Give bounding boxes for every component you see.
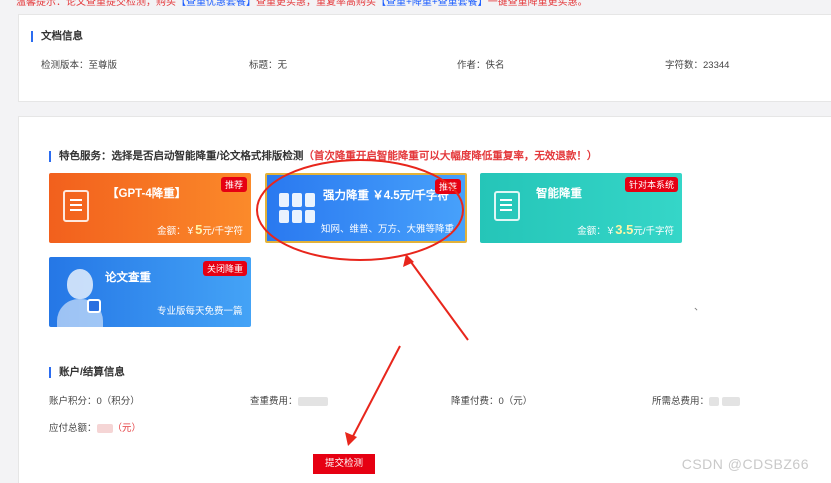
notice-suffix: 一键查重降重更实惠。	[487, 0, 588, 8]
special-services-title: 特色服务：选择是否启动智能降重/论文格式排版检测（首次降重开启智能降重可以大幅度…	[49, 151, 597, 162]
account-points: 账户积分：0（积分）	[49, 396, 140, 407]
edit-doc-icon	[63, 190, 89, 222]
check-fee-label: 查重费用：	[250, 396, 298, 407]
total-fee-blurred-1	[709, 396, 720, 406]
notice-banner: 温馨提示：论文查重提交检测，购买【查重优惠套餐】查重更实惠，重复率高购买【查重+…	[16, 0, 588, 8]
person-icon	[57, 269, 103, 327]
check-version: 检测版本：至尊版	[41, 60, 118, 71]
card-gpt4-price: 金额：￥5元/千字符	[157, 222, 243, 237]
price-prefix: 金额：￥	[577, 226, 616, 237]
stray-mark: 、	[694, 302, 704, 313]
price-prefix: 金额：￥	[157, 226, 196, 237]
card-gpt4-title: 【GPT-4降重】	[107, 188, 187, 200]
price-unit: 元/千字符	[202, 226, 243, 237]
special-services-hint: （首次降重开启智能降重可以大幅度降低重复率，无效退款！）	[303, 150, 598, 162]
notice-mid: 查重更实惠，重复率高购买	[256, 0, 376, 8]
card-strong-reduce[interactable]: 强力降重 ￥4.5元/千字符 推荐 知网、维普、万方、大雅等降重	[265, 173, 467, 243]
payable-label: 应付总额：	[49, 423, 97, 434]
account-title: 账户/结算信息	[49, 367, 125, 378]
doc-search-icon	[494, 191, 520, 221]
payable-total: 应付总额： （元）	[49, 420, 141, 434]
reduce-fee: 降重付费：0（元）	[451, 396, 533, 407]
recommend-badge: 推荐	[434, 179, 461, 194]
doc-wordcount: 字符数：23344	[665, 60, 730, 71]
card-smart-reduce[interactable]: 智能降重 针对本系统 金额：￥3.5元/千字符	[480, 173, 682, 243]
notice-link-bundle[interactable]: 【查重+降重+查重套餐】	[376, 0, 488, 8]
close-reduce-badge: 关闭降重	[202, 261, 247, 276]
payable-unit: （元）	[112, 423, 142, 434]
watermark: CSDN @CDSBZ66	[681, 456, 809, 472]
card-thesis-title: 论文查重	[105, 272, 151, 284]
check-fee: 查重费用：	[250, 393, 328, 407]
card-smart-title: 智能降重	[536, 188, 582, 200]
special-services-label: 特色服务：选择是否启动智能降重/论文格式排版检测	[59, 150, 304, 162]
card-strong-subtitle: 知网、维普、万方、大雅等降重	[321, 224, 455, 235]
payable-blurred	[96, 423, 113, 433]
price-unit: 元/千字符	[633, 226, 674, 237]
card-thesis-check[interactable]: 论文查重 关闭降重 专业版每天免费一篇	[49, 257, 251, 327]
recommend-badge: 推荐	[220, 177, 247, 192]
doc-title: 标题：无	[249, 60, 288, 71]
card-strong-title: 强力降重 ￥4.5元/千字符	[323, 190, 449, 202]
check-fee-blurred	[297, 396, 328, 406]
submit-check-button[interactable]: 提交检测	[313, 454, 375, 474]
total-fee-label: 所需总费用：	[652, 396, 710, 407]
notice-link-discount[interactable]: 【查重优惠套餐】	[176, 0, 256, 8]
total-fee-blurred-2	[721, 396, 740, 406]
notice-prefix: 温馨提示：论文查重提交检测，购买	[16, 0, 176, 8]
card-thesis-subtitle: 专业版每天免费一篇	[157, 306, 243, 317]
system-badge: 针对本系统	[624, 177, 678, 192]
total-fee: 所需总费用：	[652, 393, 740, 407]
doc-info-panel: 文档信息 检测版本：至尊版 标题：无 作者：佚名 字符数：23344	[18, 14, 831, 102]
doc-author: 作者：佚名	[457, 60, 505, 71]
doc-info-title: 文档信息	[31, 31, 83, 42]
service-panel: 特色服务：选择是否启动智能降重/论文格式排版检测（首次降重开启智能降重可以大幅度…	[18, 116, 831, 483]
price-value: 3.5	[615, 222, 634, 237]
grid-icon	[279, 193, 315, 223]
card-smart-price: 金额：￥3.5元/千字符	[577, 222, 674, 237]
card-gpt4-reduce[interactable]: 【GPT-4降重】 推荐 金额：￥5元/千字符	[49, 173, 251, 243]
